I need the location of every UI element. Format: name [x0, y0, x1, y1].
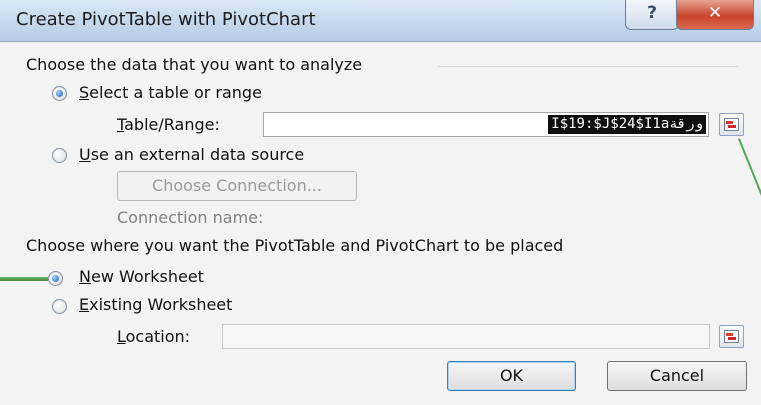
existing-worksheet-label[interactable]: Existing Worksheet — [79, 295, 232, 314]
new-worksheet-radio[interactable] — [48, 271, 63, 286]
external-source-label[interactable]: Use an external data source — [79, 145, 304, 164]
table-range-input[interactable]: I$19:$J$24$I1aورقة — [263, 112, 709, 137]
location-label: Location: — [117, 327, 191, 346]
location-input[interactable] — [222, 324, 710, 349]
select-range-radio[interactable] — [52, 86, 67, 101]
close-button[interactable]: ✕ — [676, 0, 754, 30]
annotation-line — [738, 138, 761, 199]
location-picker-button[interactable] — [719, 325, 744, 348]
table-range-label: Table/Range: — [117, 115, 220, 134]
choose-connection-button[interactable]: Choose Connection... — [117, 171, 357, 201]
close-icon: ✕ — [707, 3, 723, 23]
window-title: Create PivotTable with PivotChart — [16, 9, 316, 30]
table-range-value: I$19:$J$24$I1aورقة — [548, 115, 706, 134]
annotation-arrow — [0, 277, 48, 281]
connection-name-label: Connection name: — [117, 208, 264, 227]
table-range-picker-button[interactable] — [719, 113, 744, 136]
placement-heading: Choose where you want the PivotTable and… — [26, 236, 564, 255]
ok-button[interactable]: OK — [447, 361, 576, 391]
pivot-dialog: Create PivotTable with PivotChart ? ✕ Ch… — [0, 0, 761, 405]
range-select-icon — [724, 118, 739, 131]
help-button[interactable]: ? — [625, 0, 679, 30]
select-range-label[interactable]: Select a table or range — [79, 83, 262, 102]
new-worksheet-label[interactable]: New Worksheet — [79, 267, 204, 286]
help-icon: ? — [647, 3, 657, 23]
range-select-icon — [724, 330, 739, 343]
external-source-radio[interactable] — [52, 148, 67, 163]
analyze-heading: Choose the data that you want to analyze — [26, 55, 363, 74]
existing-worksheet-radio[interactable] — [52, 299, 67, 314]
section-divider — [438, 66, 738, 67]
title-bar[interactable]: Create PivotTable with PivotChart ? ✕ — [0, 0, 761, 42]
cancel-button[interactable]: Cancel — [607, 361, 747, 391]
